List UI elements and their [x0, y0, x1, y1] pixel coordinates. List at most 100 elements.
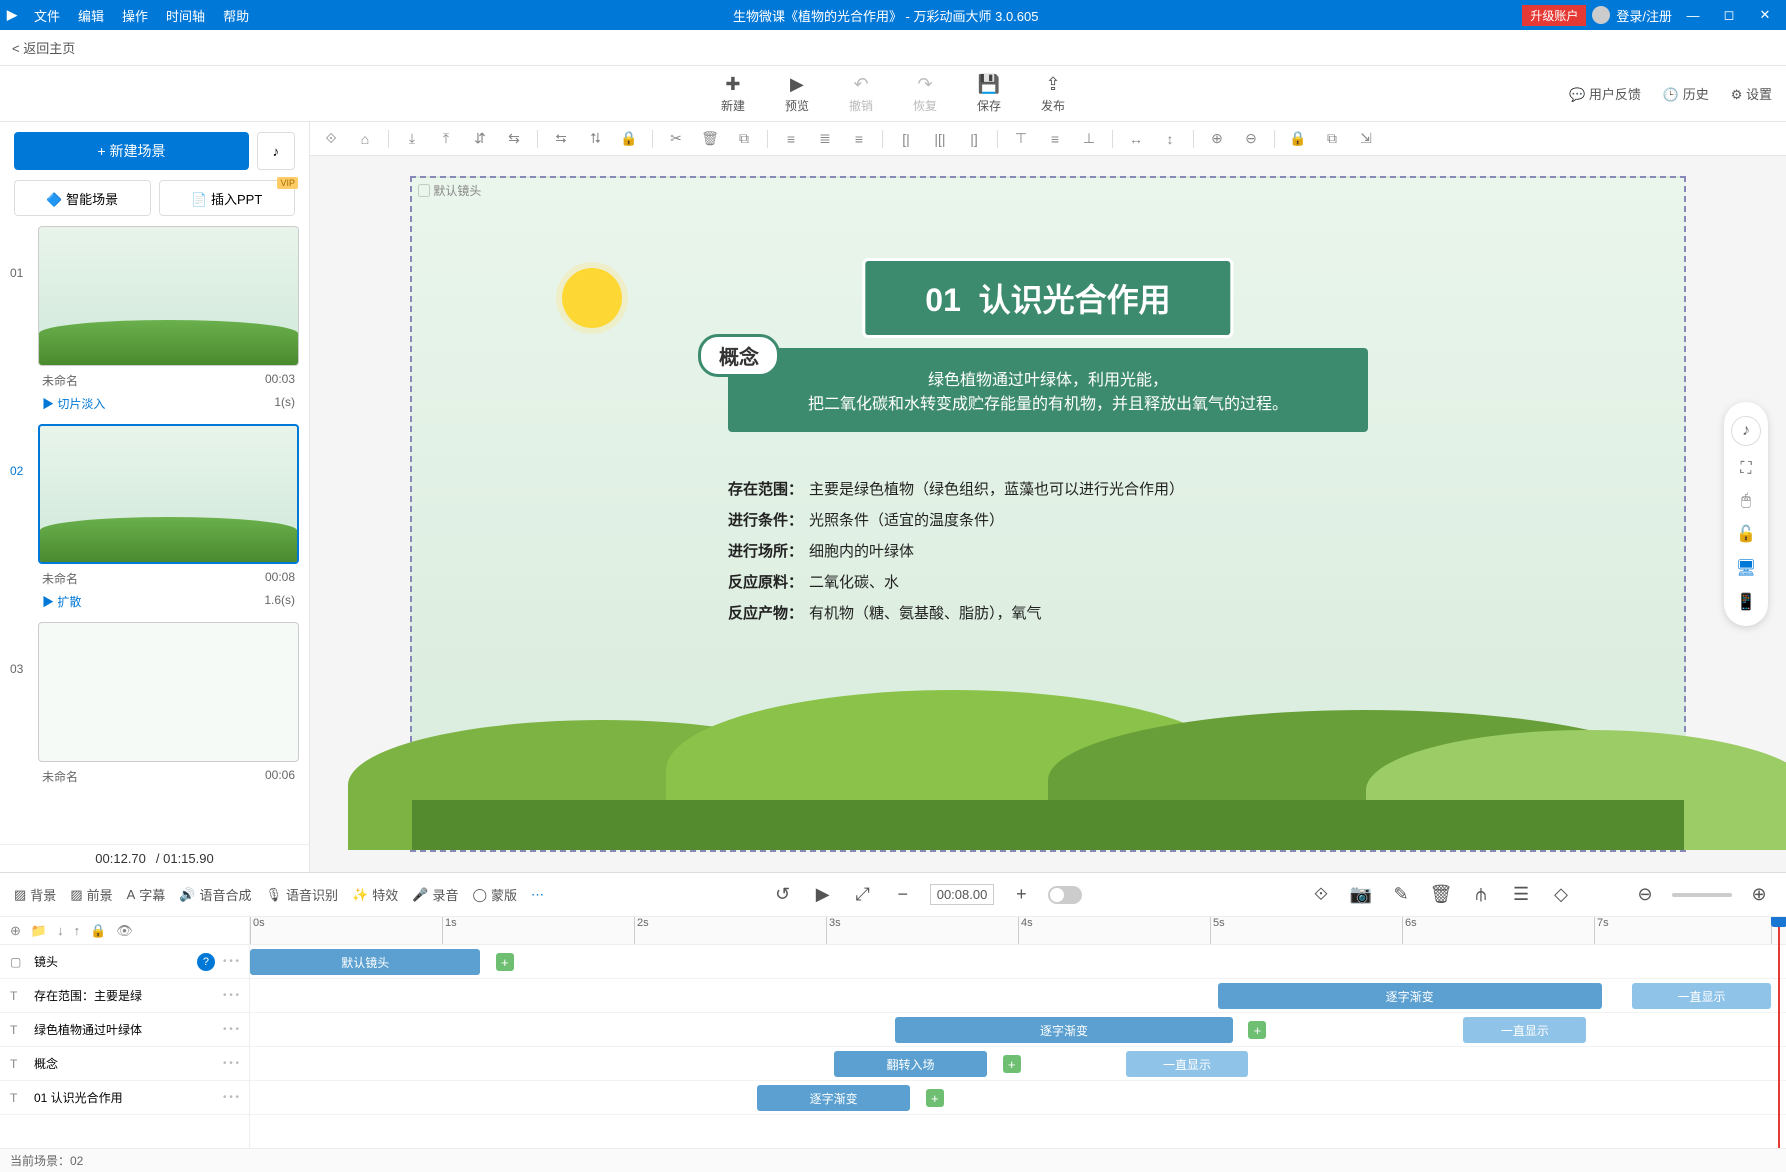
spacing-h-icon[interactable]: ↔ [1125, 128, 1147, 150]
clip[interactable]: 翻转入场 [834, 1051, 988, 1077]
export-icon[interactable]: ⇲ [1355, 128, 1377, 150]
clip-camera[interactable]: 默认镜头 [250, 949, 480, 975]
music-side-icon[interactable]: ♪ [1731, 416, 1761, 446]
edit-icon[interactable]: ✎ [1388, 882, 1414, 908]
delete-icon[interactable]: 🗑 [699, 128, 721, 150]
tab-record[interactable]: 🎤 录音 [412, 885, 458, 904]
align-hcenter-icon[interactable]: ⇆ [503, 128, 525, 150]
preview-button[interactable]: ▶预览 [785, 74, 809, 114]
add-clip-icon[interactable]: + [1248, 1021, 1266, 1039]
tab-subtitle[interactable]: A 字幕 [127, 885, 166, 904]
play-button[interactable]: ▶ [810, 882, 836, 908]
save-button[interactable]: 💾保存 [977, 74, 1001, 114]
add-clip-icon[interactable]: + [1003, 1055, 1021, 1073]
lock-icon[interactable]: 🔒 [618, 128, 640, 150]
menu-edit[interactable]: 编辑 [78, 6, 104, 25]
dist-v-icon[interactable]: ⊤ [1010, 128, 1032, 150]
ai-scene-button[interactable]: 🔷 智能场景 [14, 180, 151, 216]
slide-title[interactable]: 01 认识光合作用 [862, 258, 1233, 338]
dist-center-v-icon[interactable]: ≡ [1044, 128, 1066, 150]
clip[interactable]: 逐字渐变 [757, 1085, 911, 1111]
align-center-icon[interactable]: ≣ [814, 128, 836, 150]
track-header-text4[interactable]: T 01 认识光合作用 • • • [0, 1081, 249, 1115]
back-step-icon[interactable]: ↺ [770, 882, 796, 908]
track-area[interactable]: 0s 1s 2s 3s 4s 5s 6s 7s 8s 默认镜头 + 逐字渐变 一… [250, 917, 1786, 1148]
maximize-icon[interactable]: ◻ [1714, 7, 1744, 23]
copy-icon[interactable]: ⧉ [733, 128, 755, 150]
filter-icon[interactable]: ⫛ [1468, 882, 1494, 908]
zoom-out-tl-icon[interactable]: ⊖ [1632, 882, 1658, 908]
canvas[interactable]: ▢ 默认镜头 01 认识光合作用 概念 绿色植物通过叶绿体，利用光能， 把二氧化… [310, 156, 1786, 872]
time-display[interactable]: 00:08.00 [930, 884, 995, 905]
menu-action[interactable]: 操作 [122, 6, 148, 25]
align-bottom-icon[interactable]: ⤓ [401, 128, 423, 150]
cut-icon[interactable]: ✂ [665, 128, 687, 150]
trash-icon[interactable]: 🗑 [1428, 882, 1454, 908]
music-button[interactable]: ♪ [257, 132, 295, 170]
zoom-out-icon[interactable]: ⊖ [1240, 128, 1262, 150]
feedback-button[interactable]: 💬 用户反馈 [1569, 84, 1641, 103]
details[interactable]: 存在范围：主要是绿色植物（绿色组织，蓝藻也可以进行光合作用） 进行条件：光照条件… [728, 468, 1368, 633]
track-header-text3[interactable]: T 概念 • • • [0, 1047, 249, 1081]
track-2[interactable]: 逐字渐变 + 一直显示 [250, 1013, 1786, 1047]
clip[interactable]: 一直显示 [1126, 1051, 1249, 1077]
clip[interactable]: 一直显示 [1632, 983, 1770, 1009]
flip-h-icon[interactable]: ⮀ [550, 128, 572, 150]
redo-button[interactable]: ↷恢复 [913, 74, 937, 114]
slide[interactable]: ▢ 默认镜头 01 认识光合作用 概念 绿色植物通过叶绿体，利用光能， 把二氧化… [410, 176, 1686, 852]
settings-button[interactable]: ⚙ 设置 [1731, 84, 1772, 103]
dist-center-h-icon[interactable]: |[| [929, 128, 951, 150]
mouse-icon[interactable]: 🖱 [1741, 492, 1751, 510]
minimize-icon[interactable]: — [1678, 8, 1708, 23]
track-header-camera[interactable]: ▢ 镜头 ? • • • [0, 945, 249, 979]
down-icon[interactable]: ↓ [57, 923, 64, 938]
expand-icon[interactable]: ⤢ [850, 882, 876, 908]
track-3[interactable]: 翻转入场 + 一直显示 [250, 1047, 1786, 1081]
clone-icon[interactable]: ⧉ [1321, 128, 1343, 150]
align-vcenter-icon[interactable]: ⇵ [469, 128, 491, 150]
add-track-icon[interactable]: ⊕ [10, 923, 21, 939]
scene-thumb-3[interactable] [38, 622, 299, 762]
publish-button[interactable]: ⇪发布 [1041, 74, 1065, 114]
back-button[interactable]: < 返回主页 [12, 38, 75, 57]
zoom-in-tl-icon[interactable]: ⊕ [1746, 882, 1772, 908]
help-badge-icon[interactable]: ? [197, 953, 215, 971]
keyframe-icon[interactable]: ◇ [1548, 882, 1574, 908]
tab-bg[interactable]: ▨ 背景 [14, 885, 56, 904]
align-top-icon[interactable]: ⤒ [435, 128, 457, 150]
clip[interactable]: 逐字渐变 [895, 1017, 1233, 1043]
time-plus[interactable]: + [1008, 882, 1034, 908]
track-header-text2[interactable]: T 绿色植物通过叶绿体 • • • [0, 1013, 249, 1047]
unlock-icon[interactable]: 🔓 [1736, 524, 1756, 544]
new-button[interactable]: ✚新建 [721, 74, 745, 114]
dist-bottom-icon[interactable]: ⊥ [1078, 128, 1100, 150]
align-left-icon[interactable]: ≡ [780, 128, 802, 150]
dist-right-icon[interactable]: |] [963, 128, 985, 150]
track-header-text1[interactable]: T 存在范围：主要是绿 • • • [0, 979, 249, 1013]
eye-icon[interactable]: 👁 [116, 923, 133, 939]
tab-asr[interactable]: 🎙 语音识别 [266, 885, 339, 904]
menu-help[interactable]: 帮助 [223, 6, 249, 25]
lock-canvas-icon[interactable]: 🔒 [1287, 128, 1309, 150]
lock-tracks-icon[interactable]: 🔒 [90, 923, 106, 939]
avatar-icon[interactable] [1592, 6, 1610, 24]
login-button[interactable]: 登录/注册 [1616, 6, 1672, 25]
fullscreen-icon[interactable]: ⛶ [1740, 460, 1751, 478]
add-clip-icon[interactable]: + [926, 1089, 944, 1107]
scene-thumb-1[interactable] [38, 226, 299, 366]
tab-mask[interactable]: ◯ 蒙版 [472, 885, 517, 904]
mobile-icon[interactable]: 📱 [1736, 592, 1756, 612]
track-4[interactable]: 逐字渐变 + [250, 1081, 1786, 1115]
undo-button[interactable]: ↶撤销 [849, 74, 873, 114]
zoom-slider[interactable] [1672, 893, 1732, 897]
playhead[interactable] [1778, 917, 1780, 1148]
selector-icon[interactable]: ⟐ [320, 128, 342, 150]
home-icon[interactable]: ⌂ [354, 128, 376, 150]
new-scene-button[interactable]: + 新建场景 [14, 132, 249, 170]
dist-h-icon[interactable]: [| [895, 128, 917, 150]
desktop-icon[interactable]: 🖥 [1736, 558, 1756, 578]
add-clip-icon[interactable]: + [496, 953, 514, 971]
tab-fx[interactable]: ✨ 特效 [352, 885, 398, 904]
camera-icon[interactable]: 📷 [1348, 882, 1374, 908]
menu-timeline[interactable]: 时间轴 [166, 6, 205, 25]
